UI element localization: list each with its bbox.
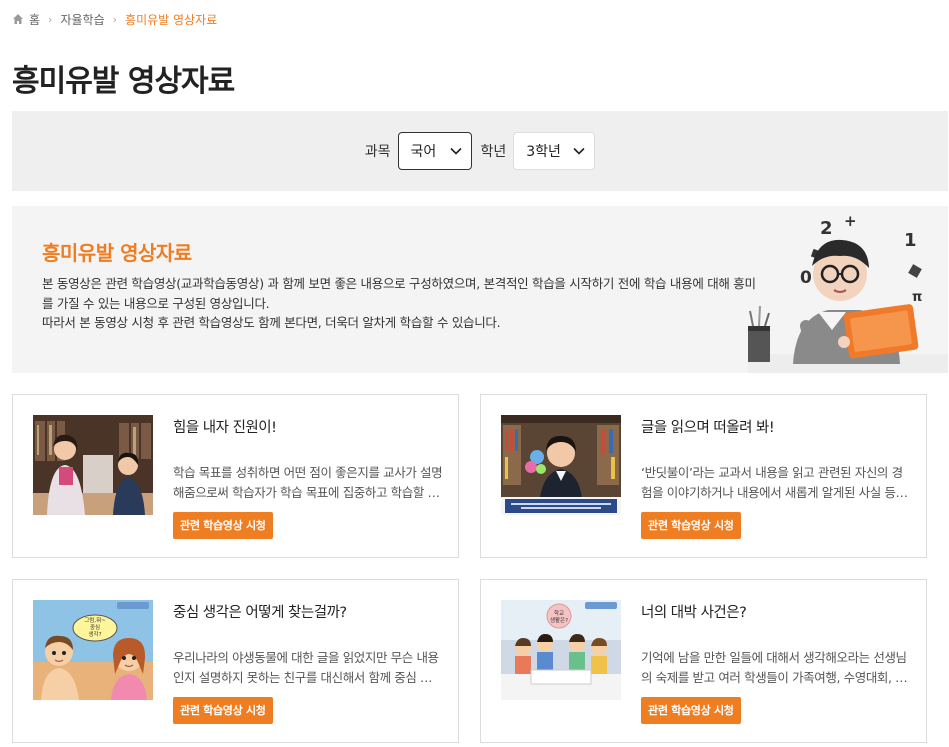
video-card: 그럼,뭐~ 중심 생각? 중심 생각은 어떻게 찾는걸까? 우리나라의 야생동물…	[12, 579, 459, 743]
svg-text:생활은?: 생활은?	[550, 616, 568, 624]
related-video-button[interactable]: 관련 학습영상 시청	[641, 512, 741, 539]
video-card: 학교 생활은? 너의 대박 사건은? 기억에 남을 만한 일들에 대해서 생각해…	[480, 579, 927, 743]
filter-bar: 과목 국어 학년 3학년	[12, 111, 948, 191]
intro-text: 본 동영상은 관련 학습영상(교과학습동영상) 과 함께 보면 좋은 내용으로 …	[42, 274, 757, 333]
svg-text:2: 2	[820, 218, 833, 239]
related-video-button[interactable]: 관련 학습영상 시청	[173, 697, 273, 724]
video-thumbnail[interactable]	[501, 415, 621, 515]
grade-select[interactable]: 3학년	[513, 132, 596, 170]
svg-text:그럼,뭐~: 그럼,뭐~	[84, 616, 106, 624]
intro-title: 흥미유발 영상자료	[42, 241, 192, 265]
video-title[interactable]: 글을 읽으며 떠올려 봐!	[641, 416, 775, 437]
video-thumbnail[interactable]: 학교 생활은?	[501, 600, 621, 700]
video-title[interactable]: 너의 대박 사건은?	[641, 601, 747, 622]
home-icon[interactable]	[12, 13, 24, 25]
svg-text:학교: 학교	[554, 609, 564, 617]
student-tablet-illustration: 0 2 + 1 π	[748, 212, 948, 373]
intro-panel: 흥미유발 영상자료 본 동영상은 관련 학습영상(교과학습동영상) 과 함께 보…	[12, 206, 948, 373]
video-thumbnail[interactable]: 그럼,뭐~ 중심 생각?	[33, 600, 153, 700]
video-card: 글을 읽으며 떠올려 봐! ‘반딧불이’라는 교과서 내용을 읽고 관련된 자신…	[480, 394, 927, 558]
svg-text:0: 0	[800, 268, 812, 288]
chevron-down-icon	[449, 147, 462, 155]
breadcrumb: 홈 › 자율학습 › 흥미유발 영상자료	[12, 11, 217, 27]
breadcrumb-home[interactable]: 홈	[29, 11, 40, 28]
subject-select-value: 국어	[410, 144, 437, 160]
grade-label: 학년	[480, 144, 507, 160]
video-description: 기억에 남을 만한 일들에 대해서 생각해오라는 선생님의 숙제를 받고 여러 …	[641, 650, 907, 685]
intro-text-line2: 따라서 본 동영상 시청 후 관련 학습영상도 함께 본다면, 더욱더 알차게 …	[42, 315, 501, 330]
page-title: 흥미유발 영상자료	[12, 64, 235, 99]
chevron-right-icon: ›	[48, 12, 53, 26]
chevron-down-icon	[573, 147, 585, 155]
video-description: 학습 목표를 성취하면 어떤 점이 좋은지를 교사가 설명해줌으로써 학습자가 …	[173, 465, 443, 500]
intro-text-line1: 본 동영상은 관련 학습영상(교과학습동영상) 과 함께 보면 좋은 내용으로 …	[42, 276, 756, 311]
grade-select-value: 3학년	[526, 144, 561, 160]
svg-text:중심: 중심	[90, 623, 100, 631]
subject-select[interactable]: 국어	[397, 132, 472, 170]
breadcrumb-self-study[interactable]: 자율학습	[60, 11, 104, 28]
video-thumbnail[interactable]	[33, 415, 153, 515]
video-description: ‘반딧불이’라는 교과서 내용을 읽고 관련된 자신의 경험을 이야기하거나 내…	[641, 465, 907, 500]
svg-text:1: 1	[904, 230, 917, 251]
video-description: 우리나라의 야생동물에 대한 글을 읽었지만 무슨 내용인지 설명하지 못하는 …	[173, 650, 443, 685]
video-title[interactable]: 중심 생각은 어떻게 찾는걸까?	[173, 601, 347, 622]
svg-text:π: π	[912, 290, 922, 305]
related-video-button[interactable]: 관련 학습영상 시청	[641, 697, 741, 724]
video-card: 힘을 내자 진원이! 학습 목표를 성취하면 어떤 점이 좋은지를 교사가 설명…	[12, 394, 459, 558]
chevron-right-icon: ›	[112, 12, 118, 26]
svg-text:+: +	[844, 212, 857, 230]
subject-label: 과목	[364, 144, 391, 160]
video-title[interactable]: 힘을 내자 진원이!	[173, 416, 277, 437]
related-video-button[interactable]: 관련 학습영상 시청	[173, 512, 273, 539]
svg-text:생각?: 생각?	[88, 630, 101, 638]
breadcrumb-current: 흥미유발 영상자료	[125, 12, 218, 27]
